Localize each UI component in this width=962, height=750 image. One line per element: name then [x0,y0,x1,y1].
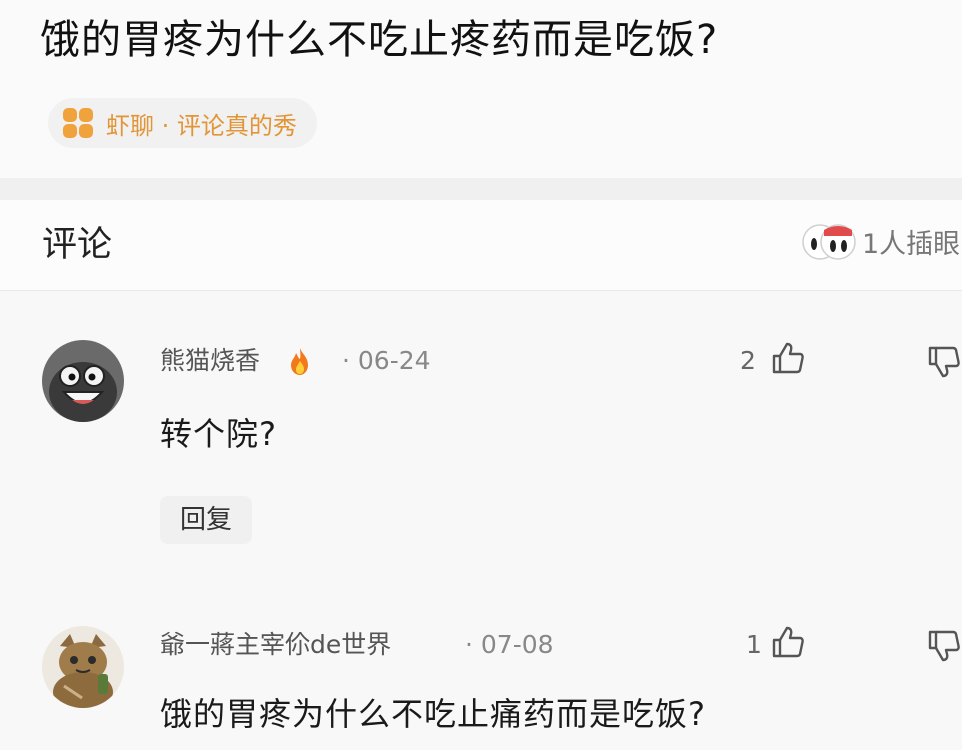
thumbs-up-icon[interactable] [770,340,806,376]
comment-date: · 07-08 [465,630,554,659]
topic-chip[interactable]: 虾聊 · 评论真的秀 [48,98,317,148]
avatar[interactable] [42,340,124,422]
topic-grid-icon [62,107,94,139]
viewer-eyes-icon [802,224,856,260]
comment-item: 爺一蔣主宰伱de世界 · 07-08 1 饿的胃疼为什么不吃止痛药而是吃饭? [0,590,962,750]
comments-header: 评论 1人插眼 [0,200,962,291]
comment-username[interactable]: 熊猫烧香 [160,344,260,378]
topic-label: 虾聊 · 评论真的秀 [106,111,297,140]
comment-item: 熊猫烧香 · 06-24 2 转个院? 回复 [0,290,962,590]
comments-title: 评论 [42,225,113,265]
comment-text: 转个院? [160,415,277,453]
avatar[interactable] [42,626,124,708]
post-header: 饿的胃疼为什么不吃止疼药而是吃饭? 虾聊 · 评论真的秀 [0,0,962,180]
avatar-cat-image [42,626,124,708]
thumbs-up-icon[interactable] [770,624,806,660]
avatar-panda-image [42,340,124,422]
post-title: 饿的胃疼为什么不吃止疼药而是吃饭? [40,17,719,63]
like-count: 2 [740,346,756,375]
viewer-count[interactable]: 1人插眼 [862,227,960,263]
comment-username[interactable]: 爺一蔣主宰伱de世界 [160,628,391,662]
thumbs-down-icon[interactable] [926,628,962,664]
thumbs-down-icon[interactable] [926,344,962,380]
comment-text: 饿的胃疼为什么不吃止痛药而是吃饭? [160,695,706,733]
fire-icon [291,348,308,375]
section-divider [0,178,962,200]
comment-date: · 06-24 [342,346,431,375]
like-count: 1 [746,630,762,659]
reply-button[interactable]: 回复 [160,496,253,544]
